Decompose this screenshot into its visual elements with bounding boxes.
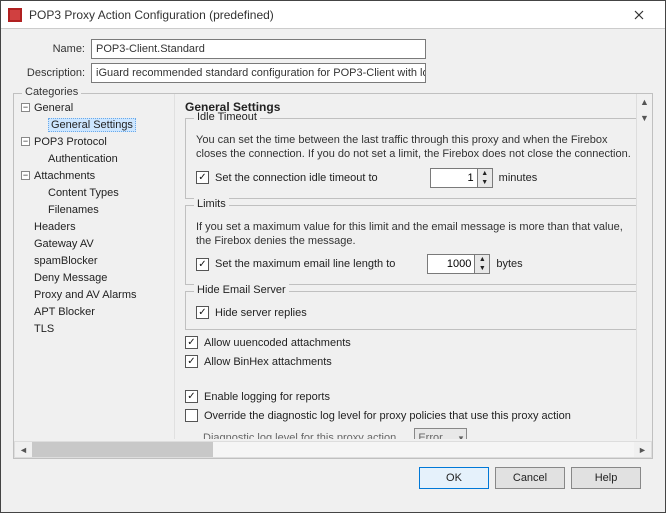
- tree-item-gateway-av[interactable]: Gateway AV: [34, 238, 94, 250]
- limits-label: Set the maximum email line length to: [215, 258, 395, 270]
- tree-item-authentication[interactable]: Authentication: [48, 153, 118, 165]
- titlebar: POP3 Proxy Action Configuration (predefi…: [1, 1, 665, 29]
- idle-timeout-desc: You can set the time between the last tr…: [196, 133, 631, 162]
- spin-up-icon[interactable]: ▲: [475, 255, 489, 264]
- tree-item-pop3-protocol[interactable]: POP3 Protocol: [34, 136, 107, 148]
- tree-item-filenames[interactable]: Filenames: [48, 204, 99, 216]
- tree-item-deny-message[interactable]: Deny Message: [34, 272, 107, 284]
- hide-replies-checkbox[interactable]: ✓: [196, 306, 209, 319]
- idle-timeout-checkbox[interactable]: ✓: [196, 171, 209, 184]
- uuencoded-checkbox[interactable]: ✓: [185, 336, 198, 349]
- idle-timeout-group: Idle Timeout You can set the time betwee…: [185, 118, 642, 199]
- close-icon: [634, 10, 644, 20]
- desc-input[interactable]: iGuard recommended standard configuratio…: [91, 63, 426, 83]
- cancel-button[interactable]: Cancel: [495, 467, 565, 489]
- name-row: Name: POP3-Client.Standard: [13, 39, 653, 59]
- close-button[interactable]: [619, 1, 659, 28]
- limits-legend: Limits: [194, 198, 229, 210]
- settings-pane: General Settings Idle Timeout You can se…: [174, 94, 652, 439]
- override-label: Override the diagnostic log level for pr…: [204, 410, 571, 422]
- diag-level-label: Diagnostic log level for this proxy acti…: [203, 432, 396, 439]
- desc-label: Description:: [13, 67, 85, 79]
- limits-unit: bytes: [496, 258, 522, 270]
- tree-item-tls[interactable]: TLS: [34, 323, 54, 335]
- tree-item-general[interactable]: General: [34, 102, 73, 114]
- tree-item-proxy-av-alarms[interactable]: Proxy and AV Alarms: [34, 289, 137, 301]
- limits-input[interactable]: [428, 255, 474, 273]
- hide-email-legend: Hide Email Server: [194, 284, 289, 296]
- dialog-window: POP3 Proxy Action Configuration (predefi…: [0, 0, 666, 513]
- idle-timeout-input[interactable]: [431, 169, 477, 187]
- tree-toggle-icon[interactable]: −: [21, 103, 30, 112]
- dialog-body: Name: POP3-Client.Standard Description: …: [1, 29, 665, 512]
- hide-replies-label: Hide server replies: [215, 307, 307, 319]
- window-title: POP3 Proxy Action Configuration (predefi…: [29, 8, 619, 22]
- name-label: Name:: [13, 43, 85, 55]
- categories-fieldset: Categories −General General Settings −PO…: [13, 93, 653, 459]
- app-icon: [7, 7, 23, 23]
- idle-timeout-label: Set the connection idle timeout to: [215, 172, 378, 184]
- category-tree[interactable]: −General General Settings −POP3 Protocol…: [14, 94, 174, 439]
- scroll-down-icon[interactable]: ▼: [637, 110, 652, 126]
- ok-button[interactable]: OK: [419, 467, 489, 489]
- idle-timeout-unit: minutes: [499, 172, 538, 184]
- horizontal-scrollbar[interactable]: ◄ ►: [14, 441, 652, 458]
- dialog-footer: OK Cancel Help: [13, 459, 653, 497]
- tree-item-headers[interactable]: Headers: [34, 221, 76, 233]
- help-button[interactable]: Help: [571, 467, 641, 489]
- binhex-label: Allow BinHex attachments: [204, 356, 332, 368]
- spin-down-icon[interactable]: ▼: [475, 264, 489, 273]
- tree-item-attachments[interactable]: Attachments: [34, 170, 95, 182]
- limits-group: Limits If you set a maximum value for th…: [185, 205, 642, 286]
- spin-down-icon[interactable]: ▼: [478, 178, 492, 187]
- categories-body: −General General Settings −POP3 Protocol…: [14, 94, 652, 439]
- scroll-left-icon[interactable]: ◄: [15, 445, 32, 455]
- chevron-down-icon: ▾: [459, 433, 464, 439]
- logging-checkbox[interactable]: ✓: [185, 390, 198, 403]
- binhex-checkbox[interactable]: ✓: [185, 355, 198, 368]
- categories-legend: Categories: [22, 86, 81, 98]
- tree-item-content-types[interactable]: Content Types: [48, 187, 119, 199]
- tree-item-spamblocker[interactable]: spamBlocker: [34, 255, 98, 267]
- uuencoded-label: Allow uuencoded attachments: [204, 337, 351, 349]
- limits-desc: If you set a maximum value for this limi…: [196, 220, 631, 249]
- scroll-right-icon[interactable]: ►: [634, 445, 651, 455]
- name-input[interactable]: POP3-Client.Standard: [91, 39, 426, 59]
- idle-timeout-legend: Idle Timeout: [194, 111, 260, 123]
- scroll-up-icon[interactable]: ▲: [637, 94, 652, 110]
- diag-level-value: Error: [418, 432, 442, 439]
- override-checkbox[interactable]: [185, 409, 198, 422]
- logging-label: Enable logging for reports: [204, 391, 330, 403]
- limits-checkbox[interactable]: ✓: [196, 258, 209, 271]
- desc-row: Description: iGuard recommended standard…: [13, 63, 653, 83]
- vertical-scrollbar[interactable]: ▲ ▼: [636, 94, 652, 439]
- tree-item-general-settings[interactable]: General Settings: [48, 118, 136, 132]
- hide-email-group: Hide Email Server ✓ Hide server replies: [185, 291, 642, 330]
- scroll-track[interactable]: [32, 442, 634, 457]
- scroll-thumb[interactable]: [32, 442, 213, 457]
- spin-up-icon[interactable]: ▲: [478, 169, 492, 178]
- tree-toggle-icon[interactable]: −: [21, 171, 30, 180]
- limits-spinner[interactable]: ▲▼: [427, 254, 490, 274]
- diag-level-combo: Error ▾: [414, 428, 467, 439]
- tree-toggle-icon[interactable]: −: [21, 137, 30, 146]
- idle-timeout-spinner[interactable]: ▲▼: [430, 168, 493, 188]
- tree-item-apt-blocker[interactable]: APT Blocker: [34, 306, 95, 318]
